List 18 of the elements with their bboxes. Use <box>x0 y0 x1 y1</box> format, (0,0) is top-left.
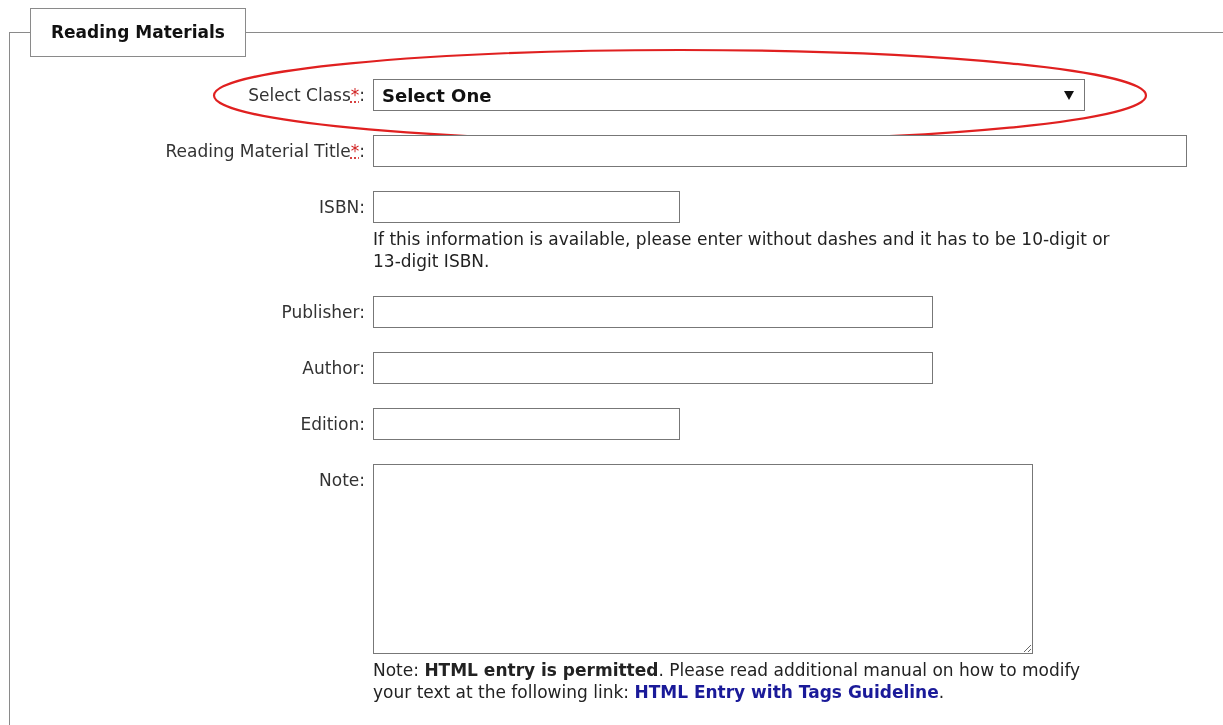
input-field[interactable] <box>373 352 933 384</box>
input-field[interactable] <box>373 296 933 328</box>
caret-icon <box>1064 90 1074 100</box>
input-field[interactable] <box>373 408 680 440</box>
section-title: Reading Materials <box>30 8 246 57</box>
input-field[interactable] <box>373 191 680 223</box>
field-label: Select Class*: <box>248 84 365 107</box>
field-label: ISBN: <box>319 196 365 219</box>
input-field[interactable] <box>373 135 1187 167</box>
field-label: Edition: <box>300 413 365 436</box>
field-label: Note: <box>319 469 365 492</box>
field-label: Publisher: <box>281 301 365 324</box>
field-label: Author: <box>302 357 365 380</box>
guideline-link[interactable]: HTML Entry with Tags Guideline <box>634 682 939 702</box>
help-text: If this information is available, please enter without dashes and it has to be 10-digit or 13-digit ISBN. <box>373 228 1111 272</box>
class-select[interactable]: Select One <box>373 79 1085 111</box>
help-text: Note: HTML entry is permitted. Please read additional manual on how to modify your text at the following link: HTML Entry with Tags Guideline. <box>373 659 1082 703</box>
field-label: Reading Material Title*: <box>165 140 365 163</box>
